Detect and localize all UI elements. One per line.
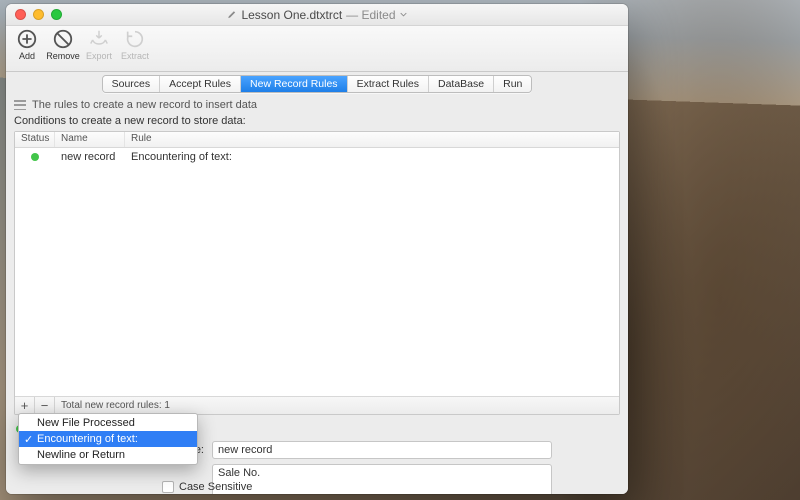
tab-new-record-rules[interactable]: New Record Rules	[241, 76, 348, 92]
table-row[interactable]: new record Encountering of text:	[15, 148, 619, 165]
case-sensitive-checkbox[interactable]: Case Sensitive	[162, 481, 252, 493]
list-icon	[14, 100, 26, 110]
edited-suffix: — Edited	[346, 8, 395, 22]
section-header: The rules to create a new record to inse…	[32, 99, 257, 111]
rules-count: Total new record rules: 1	[55, 400, 170, 411]
title-dropdown-icon[interactable]	[400, 11, 407, 18]
col-rule[interactable]: Rule	[125, 132, 619, 147]
document-name: Lesson One.dtxtrct	[241, 8, 342, 22]
section-header-row: The rules to create a new record to inse…	[14, 99, 620, 111]
table-footer: + − Total new record rules: 1	[15, 396, 619, 414]
remove-button[interactable]: Remove	[48, 28, 78, 61]
tab-accept-rules[interactable]: Accept Rules	[160, 76, 241, 92]
export-button: Export	[84, 28, 114, 61]
rule-text-input[interactable]	[212, 464, 552, 494]
remove-rule-button[interactable]: −	[35, 397, 55, 415]
toolbar: Add Remove Export Extract	[6, 26, 628, 72]
row-rule: Encountering of text:	[125, 148, 619, 165]
tab-sources[interactable]: Sources	[103, 76, 161, 92]
titlebar[interactable]: Lesson One.dtxtrct — Edited	[6, 4, 628, 26]
table-body[interactable]: new record Encountering of text:	[15, 148, 619, 396]
extract-button: Extract	[120, 28, 150, 61]
tab-extract-rules[interactable]: Extract Rules	[348, 76, 429, 92]
add-rule-button[interactable]: +	[15, 397, 35, 415]
window-title: Lesson One.dtxtrct — Edited	[6, 8, 628, 22]
tab-bar: Sources Accept Rules New Record Rules Ex…	[6, 72, 628, 96]
rule-type-dropdown-menu[interactable]: New File Processed Encountering of text:…	[18, 413, 198, 465]
checkbox-box-icon	[162, 481, 174, 493]
tab-run[interactable]: Run	[494, 76, 531, 92]
table-header: Status Name Rule	[15, 132, 619, 148]
menu-item[interactable]: Newline or Return	[19, 447, 197, 463]
tab-database[interactable]: DataBase	[429, 76, 494, 92]
col-status[interactable]: Status	[15, 132, 55, 147]
status-dot-icon	[31, 153, 39, 161]
conditions-label: Conditions to create a new record to sto…	[14, 115, 620, 127]
row-name: new record	[55, 148, 125, 165]
col-name[interactable]: Name	[55, 132, 125, 147]
add-button[interactable]: Add	[12, 28, 42, 61]
menu-item-selected[interactable]: Encountering of text:	[19, 431, 197, 447]
name-input[interactable]	[212, 441, 552, 459]
edited-indicator-icon	[227, 10, 237, 20]
menu-item[interactable]: New File Processed	[19, 415, 197, 431]
rules-table: Status Name Rule new record Encountering…	[14, 131, 620, 415]
